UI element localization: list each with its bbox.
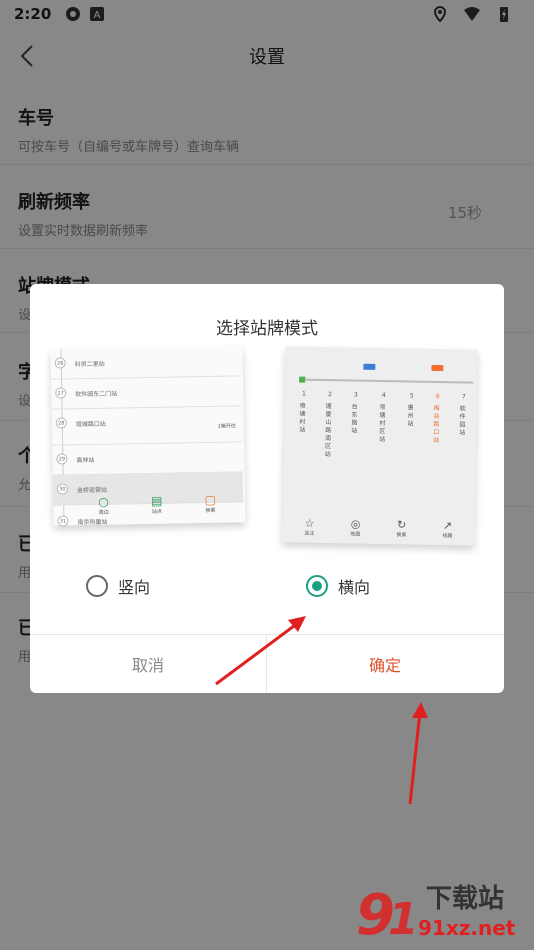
refresh-icon: ↻ xyxy=(396,518,407,532)
option-horizontal[interactable]: 横向 xyxy=(306,574,370,598)
station-name: 软件园站 xyxy=(459,405,466,437)
station-number: 4 xyxy=(381,392,386,400)
annotation-arrow-icon xyxy=(408,702,428,805)
option-label: 横向 xyxy=(338,578,371,597)
station-number: 6 xyxy=(435,392,440,401)
preview-station-row: 29 高林站 xyxy=(52,442,243,476)
preview-tab: ▢ 换乘 xyxy=(204,492,217,515)
horizontal-mode-preview[interactable]: 1 2 3 4 5 6 7 喷塘村站 塘厦山路南区站 台东路站 坝塘村区站 惠州… xyxy=(282,346,478,546)
map-pin-icon: ◎ xyxy=(350,517,361,531)
preview-tab: ◎ 地图 xyxy=(350,517,361,538)
preview-station-row: 31 南京热量站 xyxy=(53,512,243,527)
document-icon: ▤ xyxy=(150,493,163,508)
vertical-radio[interactable] xyxy=(86,575,108,597)
preview-station-row: 27 软件园东二门站 xyxy=(51,376,242,410)
preview-tab: ○ 周边 xyxy=(98,494,109,516)
watermark-text: 91xz.net xyxy=(418,916,516,940)
bus-icon xyxy=(363,363,376,370)
station-number: 3 xyxy=(353,391,358,399)
station-number: 1 xyxy=(301,390,306,398)
horizontal-radio[interactable] xyxy=(306,575,328,597)
station-number: 5 xyxy=(409,392,414,400)
preview-tab: ↗ 线路 xyxy=(442,519,453,540)
watermark-brand: 下载站 xyxy=(426,884,505,914)
option-label: 竖向 xyxy=(118,578,151,597)
station-name: 台东路站 xyxy=(351,403,358,435)
preview-tab: ▤ 站点 xyxy=(150,493,163,515)
option-vertical[interactable]: 竖向 xyxy=(86,574,150,598)
preview-tab: ↻ 换乘 xyxy=(396,518,407,539)
station-name: 坝塘村区站 xyxy=(379,403,386,444)
annotation-arrow-icon xyxy=(215,616,306,686)
start-marker xyxy=(299,376,306,383)
preview-tab: ☆ 关注 xyxy=(304,516,315,537)
watermark-logo: 9 1 下载站 91xz.net xyxy=(352,876,528,948)
station-name: 惠州站 xyxy=(407,404,414,428)
preview-station-row: 26 科贸二里站 xyxy=(50,346,241,380)
station-number: 2 xyxy=(327,391,332,399)
bag-icon: ▢ xyxy=(204,492,217,508)
station-name: 喷塘村站 xyxy=(299,402,306,434)
star-icon: ☆ xyxy=(304,516,315,530)
dialog-title: 选择站牌模式 xyxy=(216,319,318,339)
bus-tag: 1辆开往 xyxy=(217,423,236,430)
route-icon: ↗ xyxy=(442,519,453,533)
vertical-mode-preview[interactable]: 26 科贸二里站 27 软件园东二门站 28 塔城路口站 1辆开往 29 高林站 30 金… xyxy=(50,346,246,527)
svg-text:1: 1 xyxy=(388,894,419,945)
preview-tab-bar: ☆ 关注 ◎ 地图 ↻ 换乘 ↗ 线路 xyxy=(286,516,470,543)
bus-icon xyxy=(431,364,444,372)
station-name: 梅谷路口站 xyxy=(433,404,440,445)
search-icon: ○ xyxy=(98,494,109,509)
route-line xyxy=(301,378,474,384)
station-name: 塘厦山路南区站 xyxy=(324,403,332,459)
preview-station-row: 28 塔城路口站 1辆开往 xyxy=(51,406,243,446)
station-number: 7 xyxy=(461,393,466,401)
